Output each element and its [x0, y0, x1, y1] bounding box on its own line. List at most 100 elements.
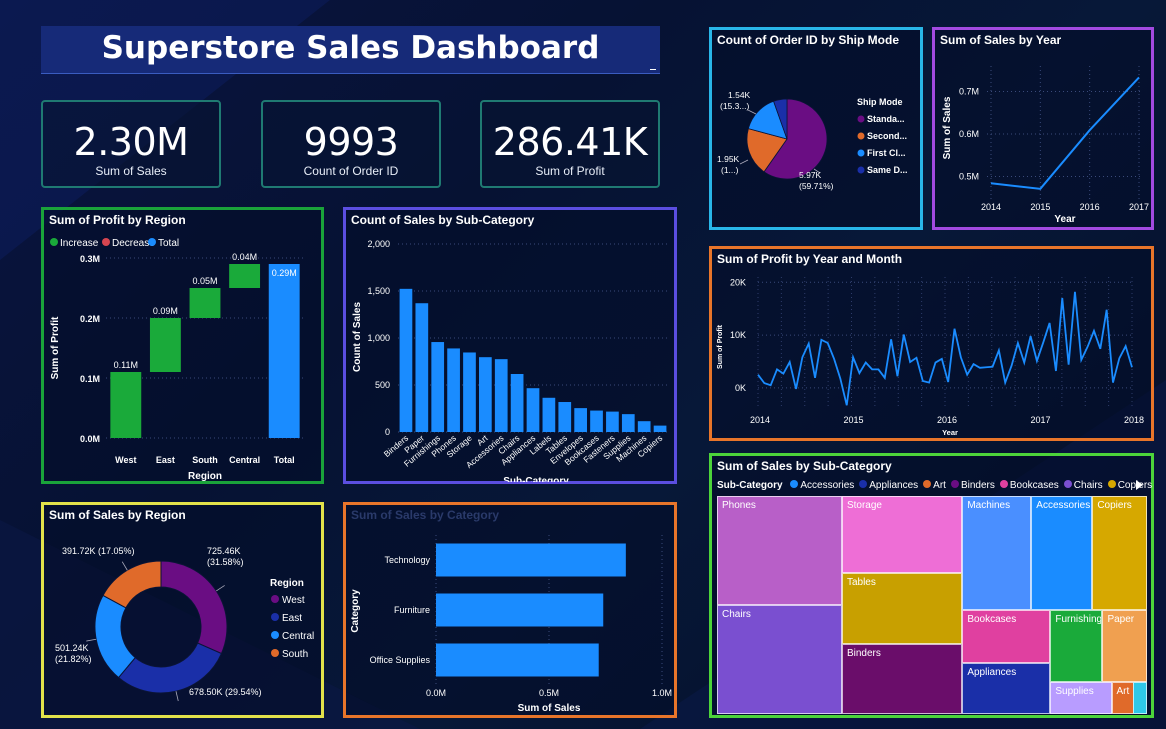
x-axis-label: Region — [188, 471, 222, 482]
count-sales-by-subcategory-panel[interactable]: Count of Sales by Sub-Category 0 500 1,000… — [343, 207, 677, 484]
bar — [510, 374, 524, 432]
data-label: 501.24K — [55, 643, 89, 653]
bar — [436, 543, 626, 577]
y-tick-label: 0 — [385, 427, 390, 437]
kpi-label: Sum of Sales — [95, 164, 167, 178]
treemap-cell-art[interactable]: Art — [1111, 682, 1135, 714]
title-cursor — [650, 69, 656, 70]
sales-by-subcategory-panel[interactable]: Sum of Sales by Sub-Category Sub-Categor… — [709, 453, 1154, 718]
x-tick-label: 2018 — [1124, 415, 1144, 425]
y-tick-label: 0.2M — [80, 314, 100, 324]
bar — [542, 397, 556, 432]
sales-by-subcategory-treemap: Phones Chairs Storage Tables Binders Machines… — [717, 496, 1147, 714]
chart-title: Count of Order ID by Ship Mode — [717, 33, 899, 47]
legend-marker — [859, 480, 868, 488]
legend-label: Chairs — [1073, 480, 1103, 491]
kpi-sum-of-profit[interactable]: 286.41K Sum of Profit — [480, 100, 660, 188]
x-tick-label: 2016 — [937, 415, 957, 425]
legend-marker — [857, 149, 865, 157]
treemap-cell-other[interactable] — [1133, 682, 1147, 714]
kpi-sum-of-sales[interactable]: 2.30M Sum of Sales — [41, 100, 221, 188]
profit-by-year-month-panel[interactable]: Sum of Profit by Year and Month 0K 10K 20K… — [709, 246, 1154, 441]
bar — [606, 411, 619, 432]
x-tick-label: Central — [229, 455, 260, 465]
legend-marker — [857, 132, 865, 140]
legend-marker — [271, 595, 279, 603]
profit-by-region-chart: Increase Decrease Total0.0M0.1M0.2M0.3MSum… — [50, 238, 304, 482]
data-label: (31.58%) — [207, 557, 244, 567]
treemap-cell-tables[interactable]: Tables — [841, 572, 963, 645]
legend-label: South — [282, 649, 308, 660]
treemap-cell-phones[interactable]: Phones — [717, 496, 842, 606]
dashboard-title: Superstore Sales Dashboard — [101, 30, 600, 66]
bar — [621, 414, 635, 432]
data-label: 1.95K — [717, 154, 740, 164]
kpi-count-of-order-id[interactable]: 9993 Count of Order ID — [261, 100, 441, 188]
bar — [526, 388, 540, 432]
sales-by-region-panel[interactable]: Sum of Sales by Region 725.46K (31.58%) 67… — [41, 502, 324, 718]
profit-by-region-panel[interactable]: Sum of Profit by Region Increase Decrease… — [41, 207, 324, 484]
treemap-cell-copiers[interactable]: Copiers — [1092, 496, 1147, 610]
y-tick-label: 500 — [375, 380, 390, 390]
data-label: 1.54K — [728, 90, 751, 100]
x-tick-label: 0.0M — [426, 688, 446, 698]
data-label: 678.50K (29.54%) — [189, 687, 262, 697]
treemap-cell-storage[interactable]: Storage — [841, 496, 963, 573]
bar — [494, 359, 508, 432]
treemap-legend: Sub-Category Accessories Appliances Art Bin… — [717, 480, 1152, 494]
x-tick-label: 0.5M — [539, 688, 559, 698]
data-label: (15.3...) — [720, 101, 749, 111]
legend-label: Increase — [60, 238, 99, 249]
x-axis-label: Sum of Sales — [518, 703, 581, 714]
legend-label: Accessories — [800, 480, 855, 491]
legend-marker — [1107, 480, 1116, 488]
y-axis-label: Category — [350, 589, 361, 633]
bar — [653, 425, 667, 432]
treemap-cell-bookcases[interactable]: Bookcases — [962, 609, 1051, 664]
treemap-cell-supplies[interactable]: Supplies — [1050, 682, 1112, 714]
legend-title: Ship Mode — [857, 97, 903, 107]
y-tick-label: Furniture — [394, 605, 430, 615]
sales-by-category-panel[interactable]: Sum of Sales by Category 0.0M 0.5M 1.0M Sum… — [343, 502, 677, 718]
data-label: 5.97K — [799, 170, 822, 180]
treemap-cell-appliances[interactable]: Appliances — [962, 663, 1051, 714]
waterfall-bar — [229, 264, 261, 288]
legend-label: Same D... — [867, 165, 908, 175]
sales-by-year-panel[interactable]: Sum of Sales by Year 0.5M 0.6M 0.7M 2014 201… — [932, 27, 1154, 230]
legend-label: Copiers — [1117, 480, 1153, 491]
waterfall-bar — [110, 372, 142, 438]
orders-by-ship-mode-panel[interactable]: Count of Order ID by Ship Mode 5.97K (59.… — [709, 27, 923, 230]
treemap-cell-furnishings[interactable]: Furnishings — [1050, 609, 1103, 683]
data-label: (59.71%) — [799, 181, 834, 191]
legend-title: Sub-Category — [717, 480, 783, 491]
donut-slice — [160, 560, 228, 655]
donut-slice — [117, 642, 223, 694]
legend-next-arrow-icon[interactable] — [1136, 480, 1143, 490]
count-sales-by-subcategory-chart: 0 500 1,000 1,500 2,000 Count of Sales Sub-Cat… — [352, 239, 668, 482]
data-label: 0.04M — [232, 252, 257, 262]
legend-marker — [923, 480, 932, 488]
leader-line — [175, 691, 179, 702]
data-label: 391.72K (17.05%) — [62, 546, 135, 556]
legend-marker — [271, 649, 279, 657]
legend-marker — [857, 166, 865, 174]
legend-marker — [999, 480, 1008, 488]
treemap-cell-machines[interactable]: Machines — [962, 496, 1032, 610]
y-tick-label: 0.6M — [959, 129, 979, 139]
treemap-cell-paper[interactable]: Paper — [1102, 609, 1147, 683]
data-label: 0.05M — [192, 276, 217, 286]
bar — [463, 352, 476, 432]
treemap-cell-chairs[interactable]: Chairs — [717, 605, 842, 714]
x-axis-label: Year — [1054, 214, 1075, 225]
bar — [436, 593, 604, 627]
treemap-cell-binders[interactable]: Binders — [841, 644, 963, 714]
x-tick-label: East — [156, 455, 175, 465]
kpi-label: Sum of Profit — [535, 164, 605, 178]
legend-label: Standa... — [867, 114, 905, 124]
waterfall-bar — [189, 288, 221, 318]
profit-by-year-month-chart: 0K 10K 20K 2014 2015 2016 2017 2018 Year Sum of P… — [717, 277, 1144, 437]
treemap-cell-accessories[interactable]: Accessories — [1031, 496, 1093, 610]
data-label: (21.82%) — [55, 654, 92, 664]
data-label: (1...) — [721, 165, 739, 175]
legend-label: Bookcases — [1009, 480, 1059, 491]
